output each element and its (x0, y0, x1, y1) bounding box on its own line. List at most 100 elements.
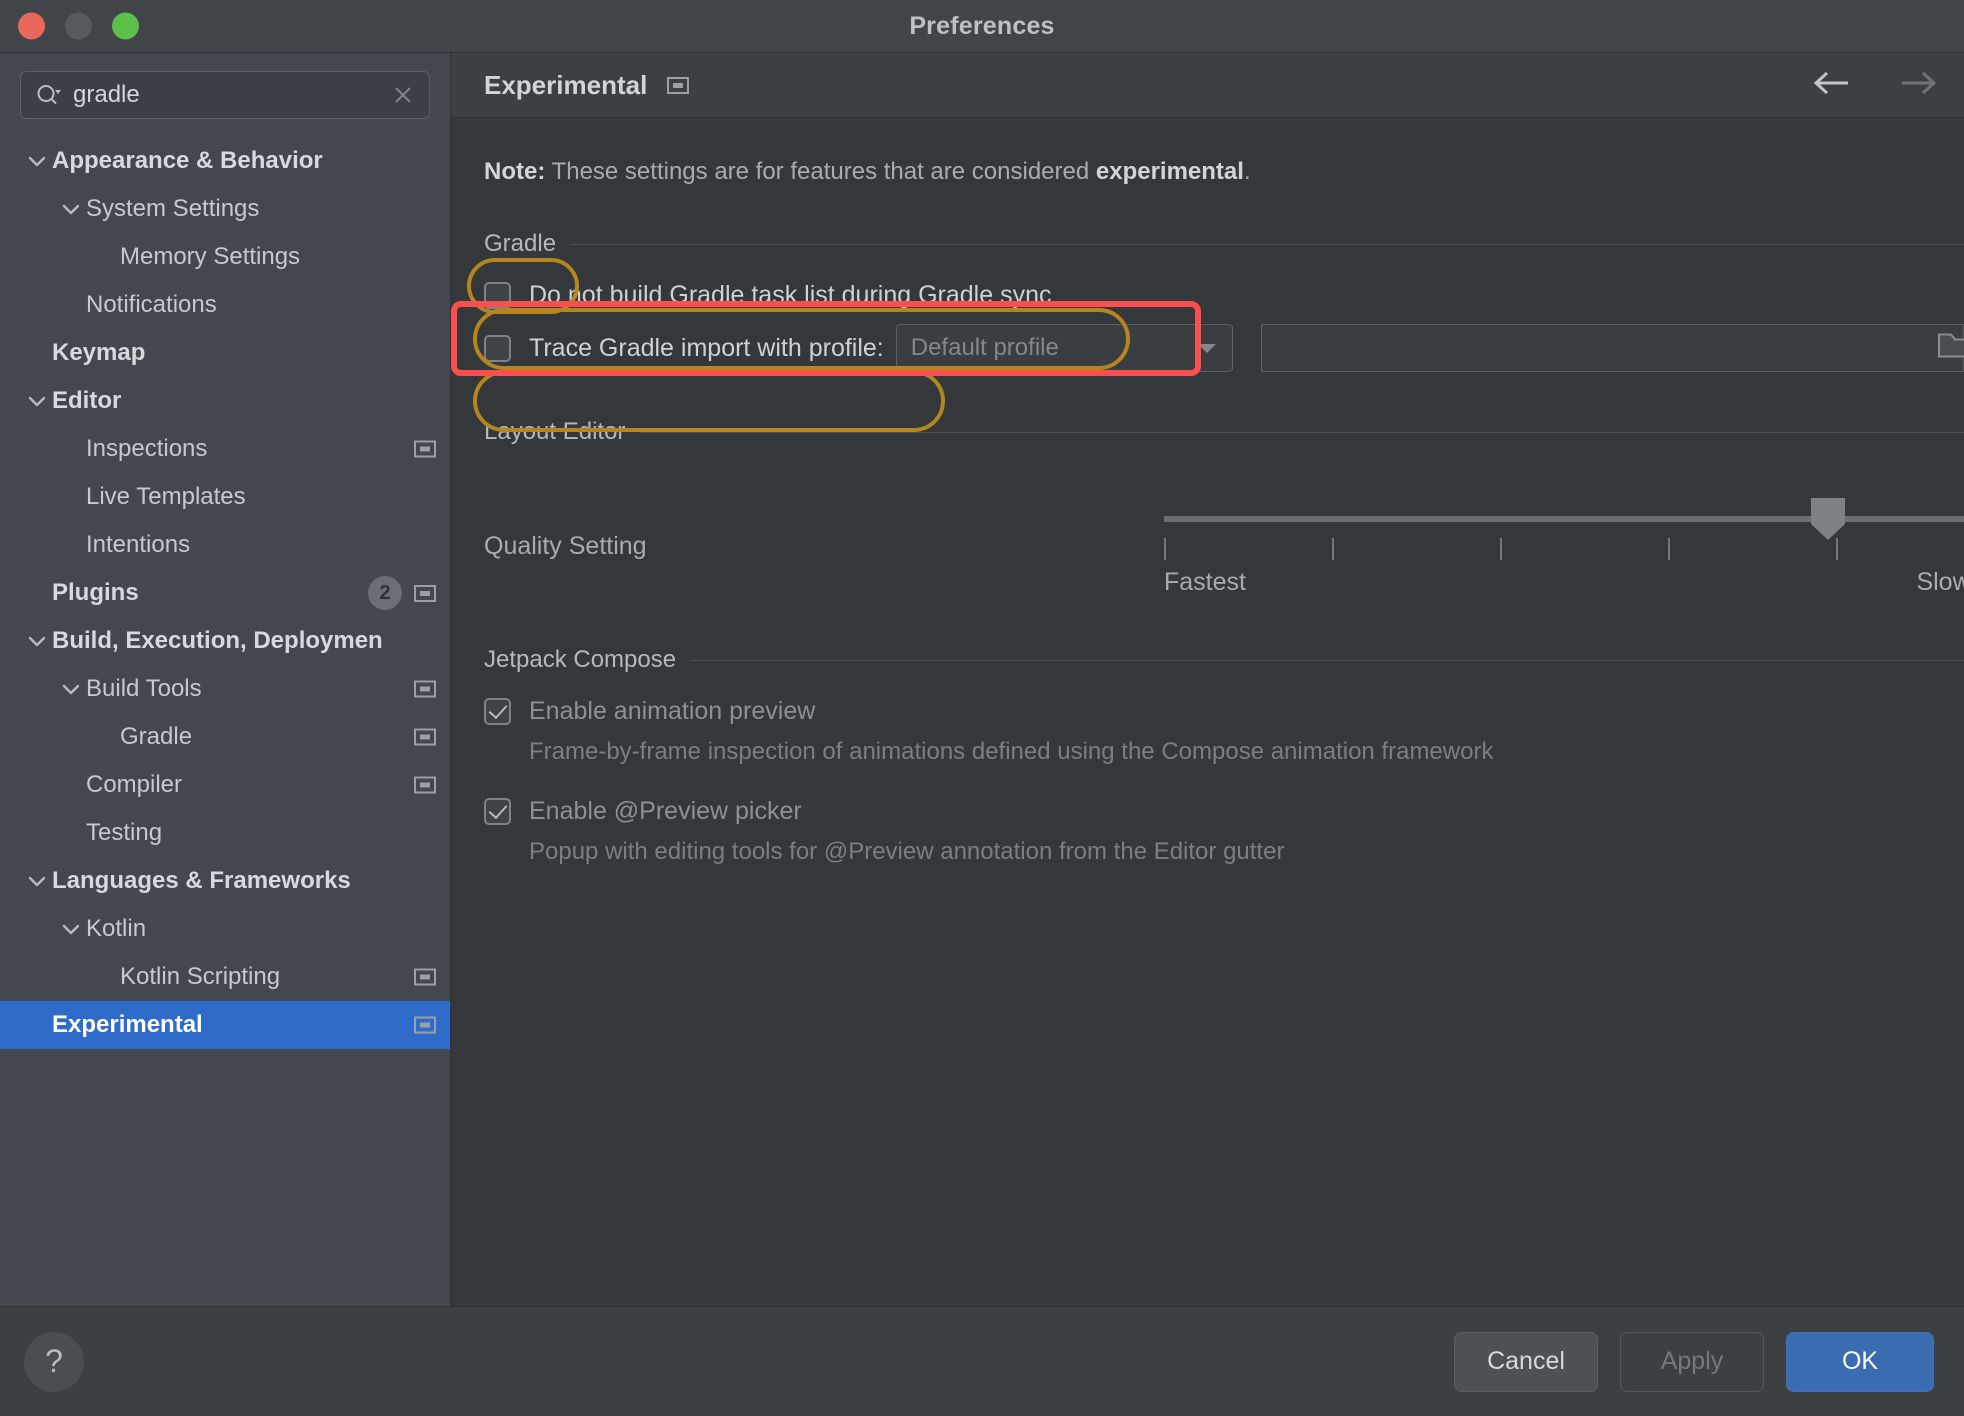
sidebar-item-label: Compiler (86, 771, 183, 798)
compose-option-checkbox[interactable] (484, 697, 511, 725)
quality-setting-row: Quality Setting Fastest Slowest (484, 490, 1964, 600)
help-button[interactable]: ? (24, 1331, 84, 1392)
nav-arrows (1810, 70, 1940, 101)
sidebar-item-label: Languages & Frameworks (52, 867, 351, 894)
note-prefix: Note: (484, 158, 546, 185)
compose-option-checkbox[interactable] (484, 797, 511, 825)
sidebar-item-testing[interactable]: Testing (0, 809, 450, 857)
dialog-action-buttons: Cancel Apply OK (1454, 1331, 1934, 1392)
page-title: Experimental (484, 69, 648, 100)
search-box[interactable]: gradle (20, 71, 430, 119)
compose-option-row[interactable]: Enable animation preview (484, 688, 1964, 734)
trace-output-path-input[interactable] (1260, 324, 1964, 372)
sidebar-item-inspections[interactable]: Inspections (0, 425, 450, 473)
sidebar-item-label: Memory Settings (120, 243, 301, 270)
trace-gradle-import-label: Trace Gradle import with profile: (529, 333, 884, 362)
sidebar-item-keymap[interactable]: Keymap (0, 329, 450, 377)
sidebar-item-intentions[interactable]: Intentions (0, 521, 450, 569)
sidebar-item-plugins[interactable]: Plugins 2 (0, 569, 450, 617)
experimental-note: Note: These settings are for features th… (451, 158, 1964, 186)
zoom-window-icon[interactable] (112, 12, 139, 40)
mini-window-icon (414, 728, 436, 746)
chevron-down-icon[interactable] (56, 681, 86, 697)
sidebar-item-label: Editor (52, 387, 122, 414)
cancel-button[interactable]: Cancel (1454, 1331, 1598, 1392)
layout-editor-group: Layout Editor Quality Setting Fastest Sl… (451, 418, 1964, 600)
arrow-right-icon[interactable] (1896, 70, 1940, 101)
divider (639, 431, 1964, 433)
minimize-window-icon[interactable] (65, 12, 92, 40)
slider-ticks (1164, 538, 1964, 560)
slider-min-label: Fastest (1164, 568, 1246, 596)
traffic-light-controls (18, 12, 139, 40)
sidebar-item-system-settings[interactable]: System Settings (0, 185, 450, 233)
quality-slider[interactable]: Fastest Slowest (1164, 490, 1964, 600)
sidebar-item-label: Appearance & Behavior (52, 147, 323, 174)
sidebar-item-experimental[interactable]: Experimental (0, 1001, 450, 1049)
sidebar-item-trailing (414, 776, 436, 794)
mini-window-icon (414, 968, 436, 986)
trace-gradle-import-checkbox[interactable] (484, 334, 511, 362)
mini-window-icon (667, 76, 690, 94)
note-emphasis: experimental (1095, 158, 1244, 185)
sidebar-item-live-templates[interactable]: Live Templates (0, 473, 450, 521)
sidebar-item-memory-settings[interactable]: Memory Settings (0, 233, 450, 281)
ok-button[interactable]: OK (1786, 1331, 1934, 1392)
sidebar-item-trailing (414, 680, 436, 698)
settings-tree: Appearance & Behavior System Settings Memo… (0, 129, 450, 1306)
sidebar-item-appearance-behavior[interactable]: Appearance & Behavior (0, 137, 450, 185)
chevron-down-icon[interactable] (22, 633, 52, 649)
sidebar-item-label: Kotlin Scripting (120, 963, 281, 990)
sidebar-item-label: Build, Execution, Deploymen (52, 627, 383, 654)
sidebar-item-notifications[interactable]: Notifications (0, 281, 450, 329)
window-body: gradle Appearance & Behavior System Setti… (0, 53, 1964, 1306)
gradle-group: Gradle Do not build Gradle task list dur… (451, 230, 1964, 372)
compose-option-description: Frame-by-frame inspection of animations … (529, 738, 1494, 765)
sidebar-item-label: System Settings (86, 195, 260, 222)
jetpack-compose-group-title: Jetpack Compose (484, 646, 677, 673)
profile-select[interactable]: Default profile (895, 324, 1233, 372)
search-input[interactable]: gradle (73, 81, 391, 109)
sidebar-item-trailing: 2 (368, 576, 436, 610)
folder-icon[interactable] (1937, 329, 1964, 368)
sidebar-item-compiler[interactable]: Compiler (0, 761, 450, 809)
chevron-down-icon[interactable] (56, 921, 86, 937)
sidebar-item-trailing (414, 728, 436, 746)
note-suffix: . (1243, 158, 1251, 185)
main-panel: Experimental Note: These settings are fo… (451, 53, 1964, 1306)
jetpack-compose-group: Jetpack Compose Enable animation preview… (451, 646, 1964, 888)
do-not-build-task-list-checkbox[interactable] (484, 281, 511, 309)
chevron-down-icon[interactable] (22, 393, 52, 409)
sidebar-item-label: Plugins (52, 579, 139, 606)
mini-window-icon (414, 584, 436, 602)
close-window-icon[interactable] (18, 12, 45, 40)
slider-thumb[interactable] (1811, 498, 1845, 540)
sidebar-item-editor[interactable]: Editor (0, 377, 450, 425)
sidebar-item-build-tools[interactable]: Build Tools (0, 665, 450, 713)
do-not-build-task-list-row[interactable]: Do not build Gradle task list during Gra… (484, 272, 1964, 318)
sidebar-item-kotlin-scripting[interactable]: Kotlin Scripting (0, 953, 450, 1001)
arrow-left-icon[interactable] (1810, 70, 1854, 101)
sidebar-item-trailing (414, 968, 436, 986)
settings-content: Note: These settings are for features th… (451, 118, 1964, 1306)
divider (690, 659, 1964, 661)
sidebar-item-kotlin[interactable]: Kotlin (0, 905, 450, 953)
clear-icon[interactable] (391, 83, 415, 107)
window-title: Preferences (909, 11, 1055, 40)
apply-button[interactable]: Apply (1620, 1331, 1764, 1392)
sidebar-item-languages-frameworks[interactable]: Languages & Frameworks (0, 857, 450, 905)
search-container: gradle (0, 53, 450, 129)
slider-max-label: Slowest (1916, 568, 1964, 596)
sidebar-item-label: Testing (86, 819, 163, 846)
gradle-group-header: Gradle (484, 230, 1964, 258)
chevron-down-icon[interactable] (56, 201, 86, 217)
sidebar-item-build-execution-deploymen[interactable]: Build, Execution, Deploymen (0, 617, 450, 665)
sidebar-item-label: Gradle (120, 723, 193, 750)
compose-option-row[interactable]: Enable @Preview picker (484, 788, 1964, 834)
jetpack-compose-group-header: Jetpack Compose (484, 646, 1964, 674)
main-header: Experimental (451, 53, 1964, 118)
sidebar-item-gradle[interactable]: Gradle (0, 713, 450, 761)
chevron-down-icon[interactable] (22, 153, 52, 169)
chevron-down-icon[interactable] (22, 873, 52, 889)
